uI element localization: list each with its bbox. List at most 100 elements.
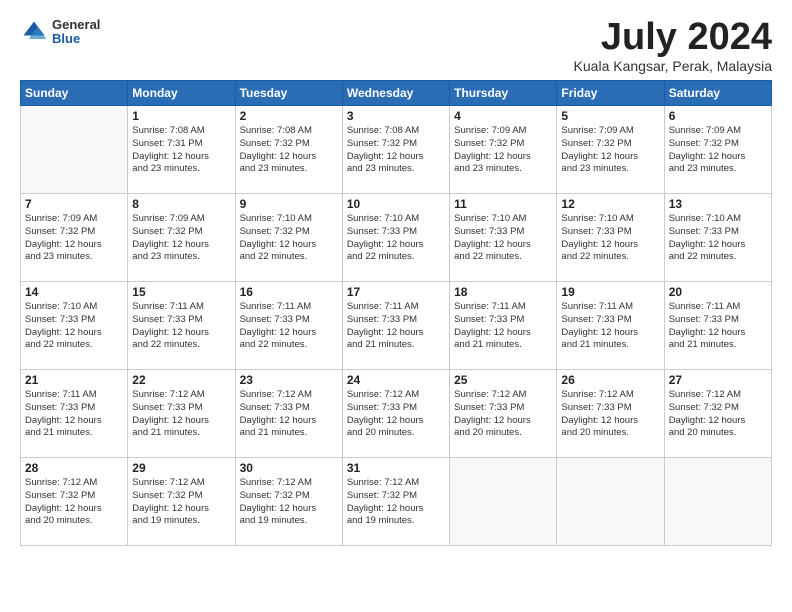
day-info: Sunrise: 7:12 AMSunset: 7:32 PMDaylight:… — [240, 477, 338, 528]
day-info: Sunrise: 7:11 AMSunset: 7:33 PMDaylight:… — [454, 301, 552, 352]
calendar-cell: 30Sunrise: 7:12 AMSunset: 7:32 PMDayligh… — [235, 458, 342, 546]
calendar-cell: 3Sunrise: 7:08 AMSunset: 7:32 PMDaylight… — [342, 106, 449, 194]
col-thursday: Thursday — [450, 81, 557, 106]
day-number: 7 — [25, 197, 123, 211]
day-number: 9 — [240, 197, 338, 211]
day-info: Sunrise: 7:12 AMSunset: 7:32 PMDaylight:… — [347, 477, 445, 528]
day-number: 16 — [240, 285, 338, 299]
day-info: Sunrise: 7:10 AMSunset: 7:33 PMDaylight:… — [347, 213, 445, 264]
calendar-cell: 23 Sunrise: 7:12 AMSunset: 7:33 PMDayligh… — [235, 370, 342, 458]
day-number: 15 — [132, 285, 230, 299]
day-info: Sunrise: 7:09 AMSunset: 7:32 PMDaylight:… — [132, 213, 230, 264]
calendar-cell: 8 Sunrise: 7:09 AMSunset: 7:32 PMDaylight… — [128, 194, 235, 282]
logo-blue: Blue — [52, 32, 100, 46]
day-number: 28 — [25, 461, 123, 475]
day-info: Sunrise: 7:12 AMSunset: 7:33 PMDaylight:… — [132, 389, 230, 440]
day-info: Sunrise: 7:09 AMSunset: 7:32 PMDaylight:… — [454, 125, 552, 176]
col-tuesday: Tuesday — [235, 81, 342, 106]
day-number: 20 — [669, 285, 767, 299]
calendar-header-row: Sunday Monday Tuesday Wednesday Thursday… — [21, 81, 772, 106]
day-number: 19 — [561, 285, 659, 299]
calendar-cell — [21, 106, 128, 194]
calendar-cell: 16 Sunrise: 7:11 AMSunset: 7:33 PMDayligh… — [235, 282, 342, 370]
calendar-cell — [450, 458, 557, 546]
day-number: 29 — [132, 461, 230, 475]
day-info: Sunrise: 7:12 AMSunset: 7:32 PMDaylight:… — [132, 477, 230, 528]
col-sunday: Sunday — [21, 81, 128, 106]
logo-text: General Blue — [52, 18, 100, 47]
calendar-cell: 12 Sunrise: 7:10 AMSunset: 7:33 PMDayligh… — [557, 194, 664, 282]
day-info: Sunrise: 7:12 AMSunset: 7:33 PMDaylight:… — [454, 389, 552, 440]
day-number: 27 — [669, 373, 767, 387]
logo-general: General — [52, 18, 100, 32]
day-number: 17 — [347, 285, 445, 299]
day-number: 1 — [132, 109, 230, 123]
day-number: 24 — [347, 373, 445, 387]
month-year: July 2024 — [574, 18, 772, 56]
calendar-cell: 19Sunrise: 7:11 AMSunset: 7:33 PMDayligh… — [557, 282, 664, 370]
day-info: Sunrise: 7:09 AMSunset: 7:32 PMDaylight:… — [25, 213, 123, 264]
calendar-cell: 29 Sunrise: 7:12 AMSunset: 7:32 PMDayligh… — [128, 458, 235, 546]
calendar-cell: 11 Sunrise: 7:10 AMSunset: 7:33 PMDayligh… — [450, 194, 557, 282]
day-info: Sunrise: 7:10 AMSunset: 7:33 PMDaylight:… — [561, 213, 659, 264]
day-info: Sunrise: 7:09 AMSunset: 7:32 PMDaylight:… — [561, 125, 659, 176]
day-number: 11 — [454, 197, 552, 211]
day-info: Sunrise: 7:12 AMSunset: 7:32 PMDaylight:… — [669, 389, 767, 440]
day-info: Sunrise: 7:11 AMSunset: 7:33 PMDaylight:… — [347, 301, 445, 352]
day-info: Sunrise: 7:10 AMSunset: 7:33 PMDaylight:… — [669, 213, 767, 264]
day-info: Sunrise: 7:10 AMSunset: 7:33 PMDaylight:… — [454, 213, 552, 264]
day-number: 26 — [561, 373, 659, 387]
calendar-cell: 7 Sunrise: 7:09 AMSunset: 7:32 PMDaylight… — [21, 194, 128, 282]
calendar-week-row: 28 Sunrise: 7:12 AMSunset: 7:32 PMDayligh… — [21, 458, 772, 546]
location: Kuala Kangsar, Perak, Malaysia — [574, 58, 772, 74]
day-info: Sunrise: 7:11 AMSunset: 7:33 PMDaylight:… — [240, 301, 338, 352]
day-number: 25 — [454, 373, 552, 387]
day-number: 8 — [132, 197, 230, 211]
calendar-week-row: 21Sunrise: 7:11 AMSunset: 7:33 PMDayligh… — [21, 370, 772, 458]
day-info: Sunrise: 7:09 AMSunset: 7:32 PMDaylight:… — [669, 125, 767, 176]
day-info: Sunrise: 7:11 AMSunset: 7:33 PMDaylight:… — [132, 301, 230, 352]
calendar-cell — [557, 458, 664, 546]
day-number: 14 — [25, 285, 123, 299]
logo-icon — [20, 18, 48, 46]
calendar-cell: 1 Sunrise: 7:08 AMSunset: 7:31 PMDaylight… — [128, 106, 235, 194]
calendar-cell: 9Sunrise: 7:10 AMSunset: 7:32 PMDaylight… — [235, 194, 342, 282]
col-wednesday: Wednesday — [342, 81, 449, 106]
day-number: 13 — [669, 197, 767, 211]
calendar-cell: 28Sunrise: 7:12 AMSunset: 7:32 PMDayligh… — [21, 458, 128, 546]
day-number: 22 — [132, 373, 230, 387]
calendar-cell: 15 Sunrise: 7:11 AMSunset: 7:33 PMDayligh… — [128, 282, 235, 370]
calendar: Sunday Monday Tuesday Wednesday Thursday… — [20, 80, 772, 546]
page: General Blue July 2024 Kuala Kangsar, Pe… — [0, 0, 792, 612]
calendar-week-row: 14 Sunrise: 7:10 AMSunset: 7:33 PMDayligh… — [21, 282, 772, 370]
calendar-cell: 10 Sunrise: 7:10 AMSunset: 7:33 PMDayligh… — [342, 194, 449, 282]
calendar-cell: 4Sunrise: 7:09 AMSunset: 7:32 PMDaylight… — [450, 106, 557, 194]
calendar-cell: 27 Sunrise: 7:12 AMSunset: 7:32 PMDayligh… — [664, 370, 771, 458]
calendar-cell: 21Sunrise: 7:11 AMSunset: 7:33 PMDayligh… — [21, 370, 128, 458]
day-number: 5 — [561, 109, 659, 123]
day-info: Sunrise: 7:08 AMSunset: 7:31 PMDaylight:… — [132, 125, 230, 176]
calendar-cell: 13 Sunrise: 7:10 AMSunset: 7:33 PMDayligh… — [664, 194, 771, 282]
day-number: 12 — [561, 197, 659, 211]
day-number: 2 — [240, 109, 338, 123]
calendar-cell: 25 Sunrise: 7:12 AMSunset: 7:33 PMDayligh… — [450, 370, 557, 458]
col-monday: Monday — [128, 81, 235, 106]
day-number: 6 — [669, 109, 767, 123]
day-info: Sunrise: 7:12 AMSunset: 7:33 PMDaylight:… — [240, 389, 338, 440]
logo: General Blue — [20, 18, 100, 47]
calendar-week-row: 7 Sunrise: 7:09 AMSunset: 7:32 PMDaylight… — [21, 194, 772, 282]
header: General Blue July 2024 Kuala Kangsar, Pe… — [20, 18, 772, 74]
day-info: Sunrise: 7:12 AMSunset: 7:33 PMDaylight:… — [561, 389, 659, 440]
calendar-cell: 6 Sunrise: 7:09 AMSunset: 7:32 PMDaylight… — [664, 106, 771, 194]
calendar-cell: 24Sunrise: 7:12 AMSunset: 7:33 PMDayligh… — [342, 370, 449, 458]
day-number: 23 — [240, 373, 338, 387]
day-info: Sunrise: 7:08 AMSunset: 7:32 PMDaylight:… — [240, 125, 338, 176]
day-info: Sunrise: 7:11 AMSunset: 7:33 PMDaylight:… — [25, 389, 123, 440]
day-number: 18 — [454, 285, 552, 299]
calendar-cell: 18 Sunrise: 7:11 AMSunset: 7:33 PMDayligh… — [450, 282, 557, 370]
calendar-cell: 22 Sunrise: 7:12 AMSunset: 7:33 PMDayligh… — [128, 370, 235, 458]
day-number: 10 — [347, 197, 445, 211]
day-info: Sunrise: 7:10 AMSunset: 7:33 PMDaylight:… — [25, 301, 123, 352]
col-friday: Friday — [557, 81, 664, 106]
calendar-cell: 14 Sunrise: 7:10 AMSunset: 7:33 PMDayligh… — [21, 282, 128, 370]
